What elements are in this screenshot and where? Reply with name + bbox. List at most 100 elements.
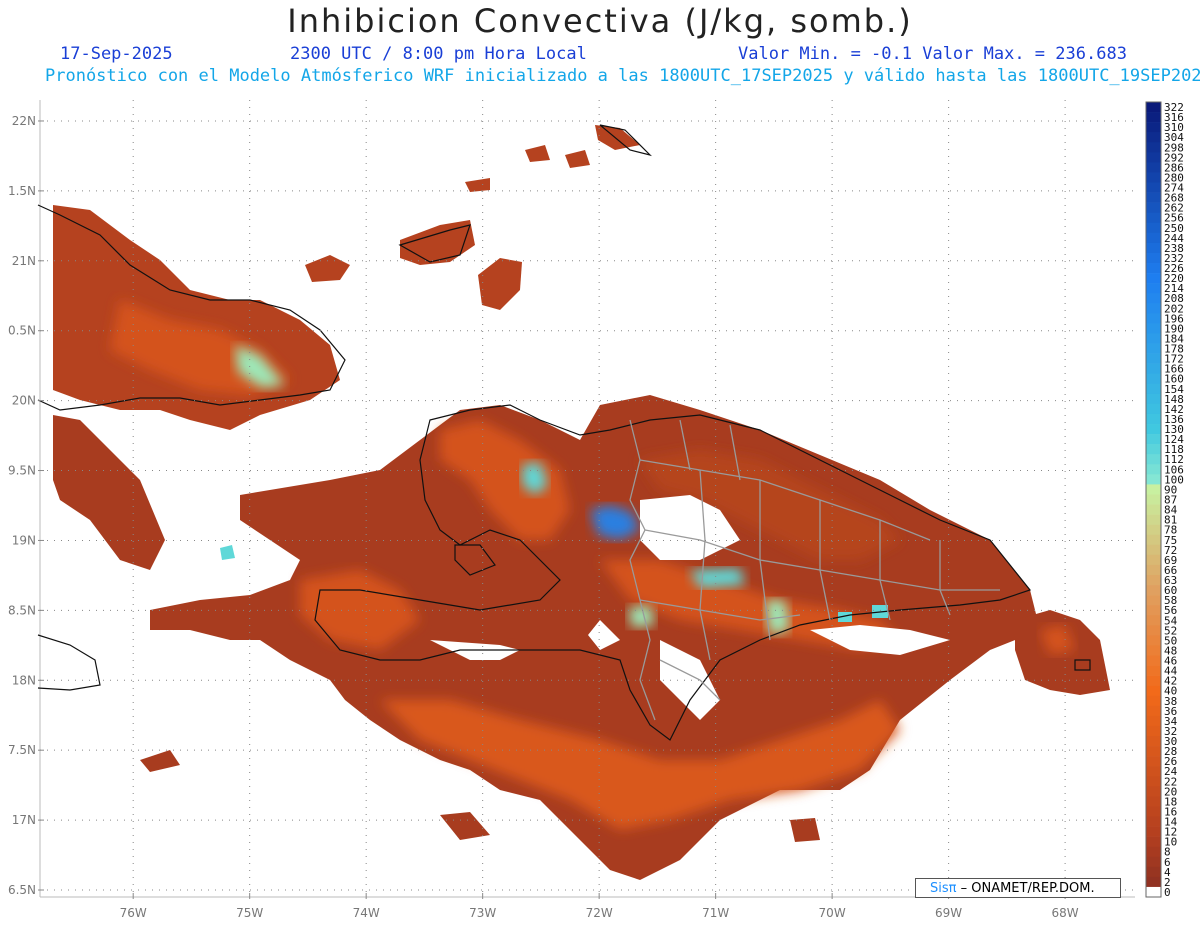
lat-label: 20N [12, 394, 36, 408]
colorbar-swatch [1146, 494, 1161, 505]
colorbar-swatch [1146, 303, 1161, 314]
colorbar-swatch [1146, 182, 1161, 193]
lon-label: 74W [353, 906, 380, 920]
colorbar-swatch [1146, 886, 1161, 898]
colorbar-swatch [1146, 393, 1161, 405]
lon-label: 69W [935, 906, 962, 920]
colorbar-swatch [1146, 474, 1161, 485]
colorbar-swatch [1146, 615, 1161, 626]
lon-label: 75W [236, 906, 263, 920]
lon-label: 70W [819, 906, 846, 920]
colorbar-swatch [1146, 112, 1161, 123]
colorbar-swatch [1146, 313, 1161, 324]
colorbar-swatch [1146, 725, 1161, 737]
colorbar-swatch [1146, 836, 1161, 847]
colorbar-swatch [1146, 152, 1161, 163]
colorbar-swatch [1146, 343, 1161, 354]
colorbar-swatch [1146, 363, 1161, 375]
colorbar-swatch [1146, 212, 1161, 224]
colorbar-swatch [1146, 514, 1161, 525]
lat-label: 8.5N [8, 603, 36, 617]
colorbar-swatch [1146, 333, 1161, 344]
colorbar-swatch [1146, 635, 1161, 646]
colorbar-swatch [1146, 504, 1161, 515]
colorbar-swatch [1146, 484, 1161, 495]
colorbar-swatch [1146, 464, 1161, 475]
lat-label: 0.5N [8, 324, 36, 338]
colorbar-swatch [1146, 263, 1161, 274]
colorbar-swatch [1146, 866, 1161, 878]
lat-label: 7.5N [8, 743, 36, 757]
colorbar-swatch [1146, 283, 1161, 294]
colorbar: 3223163103042982922862802742682622562502… [1145, 101, 1184, 899]
colorbar-swatch [1146, 534, 1161, 546]
colorbar-swatch [1146, 222, 1161, 234]
colorbar-swatch [1146, 383, 1161, 395]
colorbar-swatch [1146, 172, 1161, 183]
colorbar-swatch [1146, 323, 1161, 334]
colorbar-swatch [1146, 705, 1161, 717]
colorbar-swatch [1146, 373, 1161, 385]
colorbar-swatch [1146, 846, 1161, 858]
colorbar-swatch [1146, 715, 1161, 727]
colorbar-swatch [1146, 192, 1161, 203]
lat-label: 22N [12, 114, 36, 128]
lon-label: 73W [469, 906, 496, 920]
lat-label: 6.5N [8, 883, 36, 897]
colorbar-swatch [1146, 876, 1161, 888]
colorbar-swatch [1146, 685, 1161, 697]
lon-label: 76W [120, 906, 147, 920]
colorbar-swatch [1146, 132, 1161, 143]
colorbar-swatch [1146, 796, 1161, 807]
colorbar-swatch [1146, 293, 1161, 304]
colorbar-swatch [1146, 605, 1161, 616]
colorbar-swatch [1146, 142, 1161, 153]
colorbar-swatch [1146, 454, 1161, 465]
colorbar-swatch [1146, 675, 1161, 686]
lon-label: 71W [702, 906, 729, 920]
lat-label: 18N [12, 673, 36, 687]
colorbar-swatch [1146, 746, 1161, 757]
colorbar-swatch [1146, 595, 1161, 606]
latitude-labels: 22N 1.5N 21N 0.5N 20N 9.5N 19N 8.5N 18N 7.5N 17N 6.… [8, 114, 44, 897]
colorbar-swatch [1146, 353, 1161, 364]
colorbar-swatch [1146, 232, 1161, 244]
colorbar-swatch [1146, 816, 1161, 827]
lat-label: 1.5N [8, 184, 36, 198]
colorbar-swatch [1146, 826, 1161, 837]
colorbar-swatch [1146, 786, 1161, 797]
colorbar-swatch [1146, 735, 1161, 747]
cin-map: 22N 1.5N 21N 0.5N 20N 9.5N 19N 8.5N 18N 7.5N 17N 6.… [8, 100, 1184, 920]
lat-label: 21N [12, 254, 36, 268]
colorbar-swatch [1146, 434, 1161, 445]
colorbar-swatch [1146, 856, 1161, 868]
colorbar-swatch [1146, 444, 1161, 455]
credit-box: Sisπ – ONAMET/REP.DOM. [915, 878, 1121, 898]
sis-logo-text: Sis [930, 881, 949, 896]
colorbar-swatch [1146, 524, 1161, 536]
colorbar-swatch [1146, 554, 1161, 566]
colorbar-swatch [1146, 403, 1161, 415]
colorbar-swatch [1146, 413, 1161, 425]
colorbar-swatch [1146, 273, 1161, 284]
colorbar-swatch [1146, 102, 1161, 113]
colorbar-swatch [1146, 564, 1161, 576]
colorbar-swatch [1146, 665, 1161, 676]
colorbar-swatch [1146, 655, 1161, 666]
colorbar-swatch [1146, 585, 1161, 596]
lat-label: 17N [12, 813, 36, 827]
colorbar-label: 0 [1164, 886, 1171, 899]
credit-text: – ONAMET/REP.DOM. [956, 881, 1095, 896]
colorbar-swatch [1146, 645, 1161, 656]
colorbar-swatch [1146, 252, 1161, 264]
colorbar-swatch [1146, 202, 1161, 213]
colorbar-swatch [1146, 424, 1161, 435]
lat-label: 9.5N [8, 464, 36, 478]
colorbar-swatch [1146, 806, 1161, 817]
colorbar-swatch [1146, 776, 1161, 787]
colorbar-swatch [1146, 695, 1161, 707]
colorbar-swatch [1146, 756, 1161, 767]
colorbar-swatch [1146, 625, 1161, 636]
colorbar-swatch [1146, 544, 1161, 556]
colorbar-swatch [1146, 242, 1161, 254]
